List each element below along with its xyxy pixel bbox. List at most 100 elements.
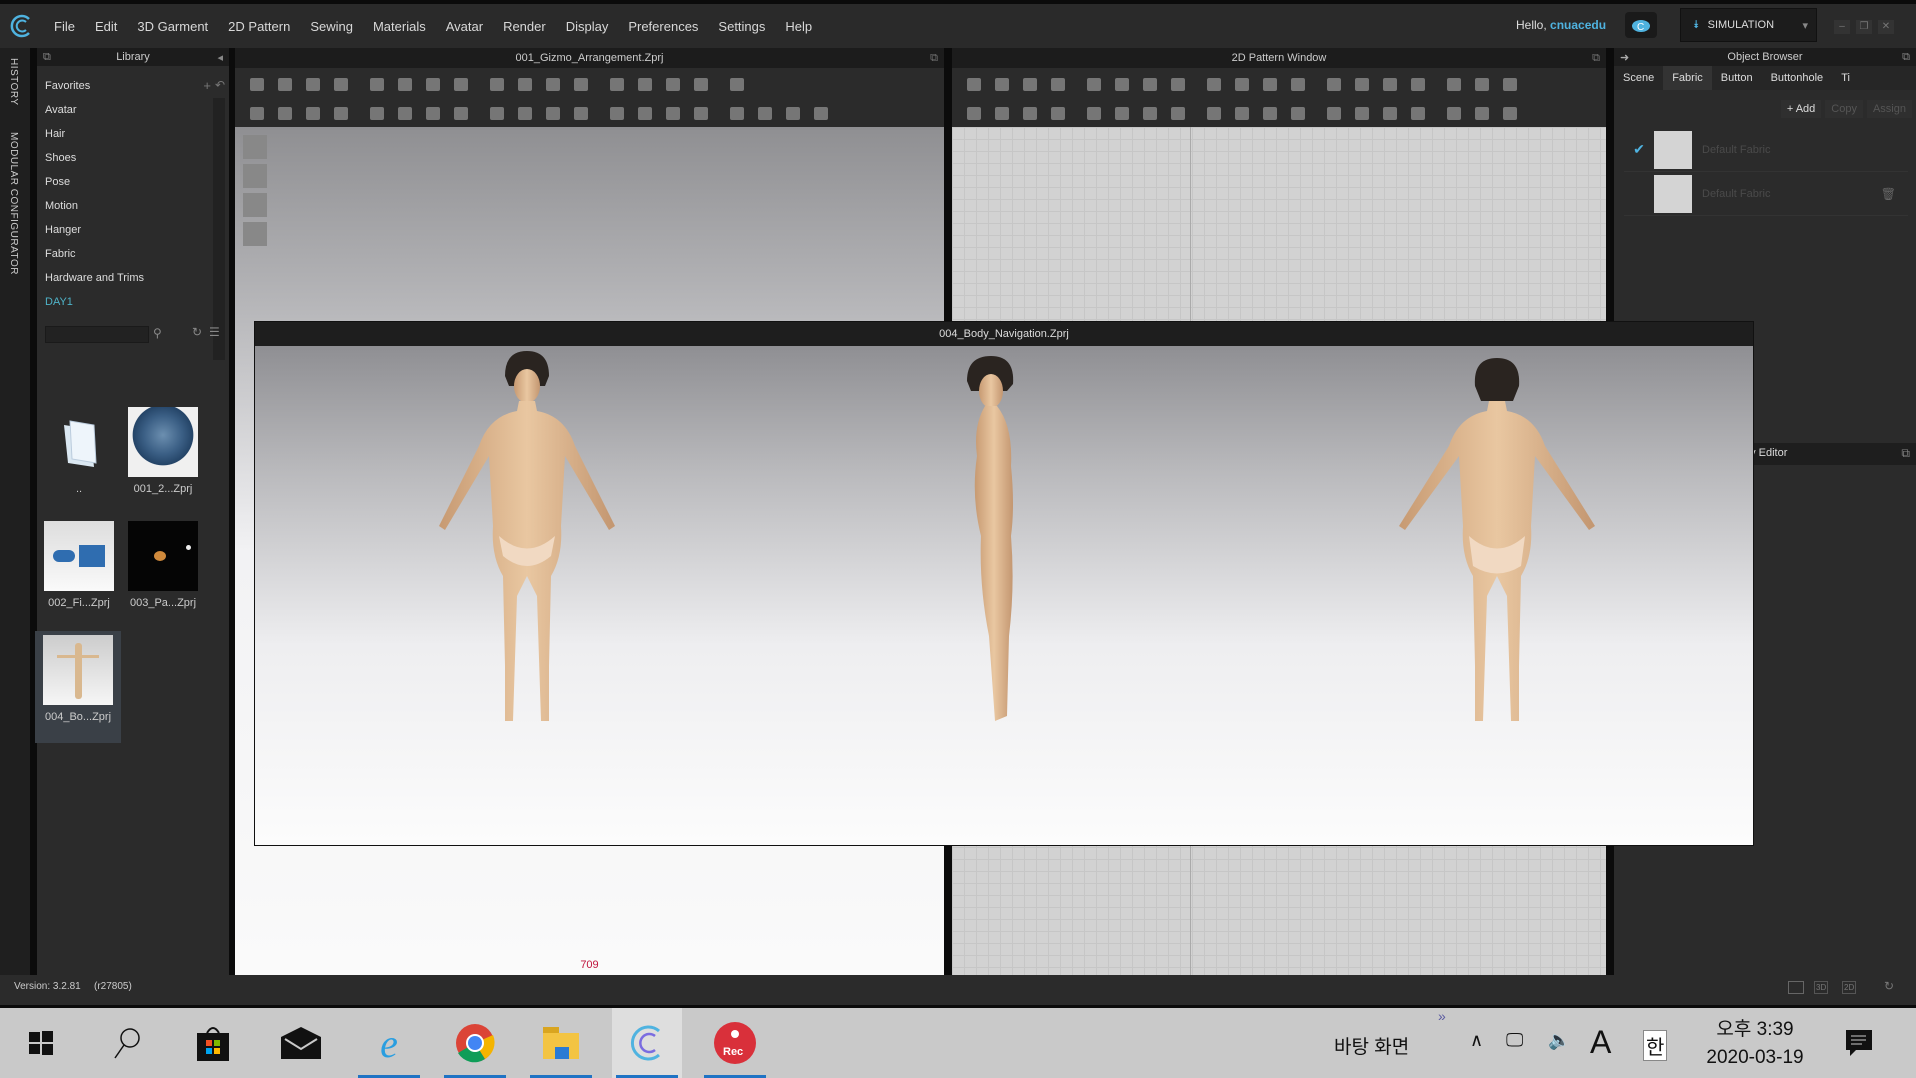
toolbar-tool-button[interactable] xyxy=(1406,102,1430,124)
view-side-icon[interactable] xyxy=(243,164,267,188)
library-category-hair[interactable]: Hair xyxy=(37,122,229,146)
mode-selector[interactable]: ⯯ SIMULATION ▾ xyxy=(1680,8,1817,42)
toolbar-tool-button[interactable] xyxy=(1046,102,1070,124)
toolbar-tool-button[interactable] xyxy=(1470,102,1494,124)
menu-help[interactable]: Help xyxy=(775,19,822,34)
assign-fabric-button[interactable]: Assign xyxy=(1866,100,1912,118)
undock-icon[interactable]: ⧉ xyxy=(1901,446,1910,461)
tab-button[interactable]: Button xyxy=(1712,66,1762,90)
view-avatar-icon[interactable] xyxy=(243,222,267,246)
search-button[interactable] xyxy=(92,1008,162,1078)
toolbar-tool-button[interactable] xyxy=(273,102,297,124)
menu-sewing[interactable]: Sewing xyxy=(300,19,363,34)
file-item[interactable]: 002_Fi...Zprj xyxy=(37,517,121,629)
user-name[interactable]: cnuacedu xyxy=(1550,18,1606,32)
toolbar-tool-button[interactable] xyxy=(1230,102,1254,124)
toolbar-tool-button[interactable] xyxy=(1110,102,1134,124)
show-hidden-icons[interactable]: ∧ xyxy=(1470,1030,1483,1051)
action-center-icon[interactable] xyxy=(1846,1030,1872,1058)
toolbar-tool-button[interactable] xyxy=(725,73,749,95)
toolbar-tool-button[interactable] xyxy=(541,73,565,95)
toolbar-tool-button[interactable] xyxy=(1378,102,1402,124)
ie-button[interactable]: e xyxy=(354,1008,424,1078)
ime-language-indicator[interactable]: 한 xyxy=(1643,1030,1668,1061)
toolbar-tool-button[interactable] xyxy=(809,102,833,124)
toolbar-tool-button[interactable] xyxy=(1082,73,1106,95)
file-item-parent[interactable]: .. xyxy=(37,403,121,515)
toolbar-tool-button[interactable] xyxy=(1442,73,1466,95)
menu-3d-garment[interactable]: 3D Garment xyxy=(127,19,218,34)
close-icon[interactable]: ✕ xyxy=(1878,20,1894,34)
toolbar-tool-button[interactable] xyxy=(1230,73,1254,95)
toolbar-tool-button[interactable] xyxy=(569,102,593,124)
toolbar-tool-button[interactable] xyxy=(689,73,713,95)
restore-icon[interactable]: ❐ xyxy=(1856,20,1872,34)
toolbar-tool-button[interactable] xyxy=(605,73,629,95)
toolbar-tool-button[interactable] xyxy=(962,73,986,95)
toolbar-tool-button[interactable] xyxy=(605,102,629,124)
toolbar-tool-button[interactable] xyxy=(1202,73,1226,95)
undock-icon[interactable]: ⧉ xyxy=(1902,51,1910,64)
tab-modular-configurator[interactable]: MODULAR CONFIGURATOR xyxy=(8,132,19,275)
library-category-avatar[interactable]: Avatar xyxy=(37,98,229,122)
toolbar-tool-button[interactable] xyxy=(689,102,713,124)
toolbar-tool-button[interactable] xyxy=(329,73,353,95)
library-category-pose[interactable]: Pose xyxy=(37,170,229,194)
add-favorite-icon[interactable]: + xyxy=(203,78,211,93)
toolbar-tool-button[interactable] xyxy=(990,102,1014,124)
library-category-hardware-and-trims[interactable]: Hardware and Trims xyxy=(37,266,229,290)
toolbar-tool-button[interactable] xyxy=(661,102,685,124)
toolbar-tool-button[interactable] xyxy=(329,102,353,124)
ime-mode-indicator[interactable]: A xyxy=(1590,1024,1611,1061)
back-icon[interactable]: ↶ xyxy=(215,78,225,92)
expand-icon[interactable]: ⧉ xyxy=(930,52,938,65)
file-item[interactable]: 001_2...Zprj xyxy=(121,403,205,515)
toolbar-tool-button[interactable] xyxy=(541,102,565,124)
toolbar-tool-button[interactable] xyxy=(1322,102,1346,124)
toolbar-tool-button[interactable] xyxy=(301,73,325,95)
library-category-shoes[interactable]: Shoes xyxy=(37,146,229,170)
menu-settings[interactable]: Settings xyxy=(708,19,775,34)
toolbar-tool-button[interactable] xyxy=(513,73,537,95)
toolbar-tool-button[interactable] xyxy=(485,102,509,124)
menu-edit[interactable]: Edit xyxy=(85,19,127,34)
toolbar-tool-button[interactable] xyxy=(1018,73,1042,95)
toolbar-tool-button[interactable] xyxy=(449,102,473,124)
tab-fabric[interactable]: Fabric xyxy=(1663,66,1712,90)
add-fabric-button[interactable]: + Add xyxy=(1780,100,1822,118)
2d-view-button[interactable]: 2D xyxy=(1842,981,1857,994)
toolbar-tool-button[interactable] xyxy=(781,102,805,124)
toolbar-tool-button[interactable] xyxy=(1166,73,1190,95)
menu-materials[interactable]: Materials xyxy=(363,19,436,34)
toolbar-tool-button[interactable] xyxy=(1138,73,1162,95)
file-item-selected[interactable]: 004_Bo...Zprj xyxy=(35,631,121,743)
toolbar-tool-button[interactable] xyxy=(633,102,657,124)
tab-scene[interactable]: Scene xyxy=(1614,66,1663,90)
menu-avatar[interactable]: Avatar xyxy=(436,19,493,34)
toolbar-tool-button[interactable] xyxy=(421,102,445,124)
toolbar-tool-button[interactable] xyxy=(1470,73,1494,95)
menu-display[interactable]: Display xyxy=(556,19,619,34)
undock-icon[interactable]: ⧉ xyxy=(43,51,51,64)
toolbar-tool-button[interactable] xyxy=(1378,73,1402,95)
toolbar-tool-button[interactable] xyxy=(661,73,685,95)
toolbar-tool-button[interactable] xyxy=(1166,102,1190,124)
library-search-input[interactable] xyxy=(45,326,149,343)
file-explorer-button[interactable] xyxy=(526,1008,596,1078)
toolbar-tool-button[interactable] xyxy=(245,102,269,124)
toolbar-tool-button[interactable] xyxy=(1286,73,1310,95)
menu-render[interactable]: Render xyxy=(493,19,556,34)
library-category-motion[interactable]: Motion xyxy=(37,194,229,218)
menu-2d-pattern[interactable]: 2D Pattern xyxy=(218,19,300,34)
start-button[interactable] xyxy=(6,1008,76,1078)
toolbar-tool-button[interactable] xyxy=(421,73,445,95)
file-item[interactable]: 003_Pa...Zprj xyxy=(121,517,205,629)
library-category-fabric[interactable]: Fabric xyxy=(37,242,229,266)
toolbar-tool-button[interactable] xyxy=(393,73,417,95)
cloud-button[interactable]: C xyxy=(1625,12,1657,38)
toolbar-tool-button[interactable] xyxy=(962,102,986,124)
reset-icon[interactable]: ↻ xyxy=(1884,979,1894,993)
toolbar-expand-icon[interactable]: » xyxy=(1438,1008,1446,1024)
refresh-icon[interactable]: ↻ xyxy=(192,325,202,339)
tab-ti[interactable]: Ti xyxy=(1832,66,1859,90)
